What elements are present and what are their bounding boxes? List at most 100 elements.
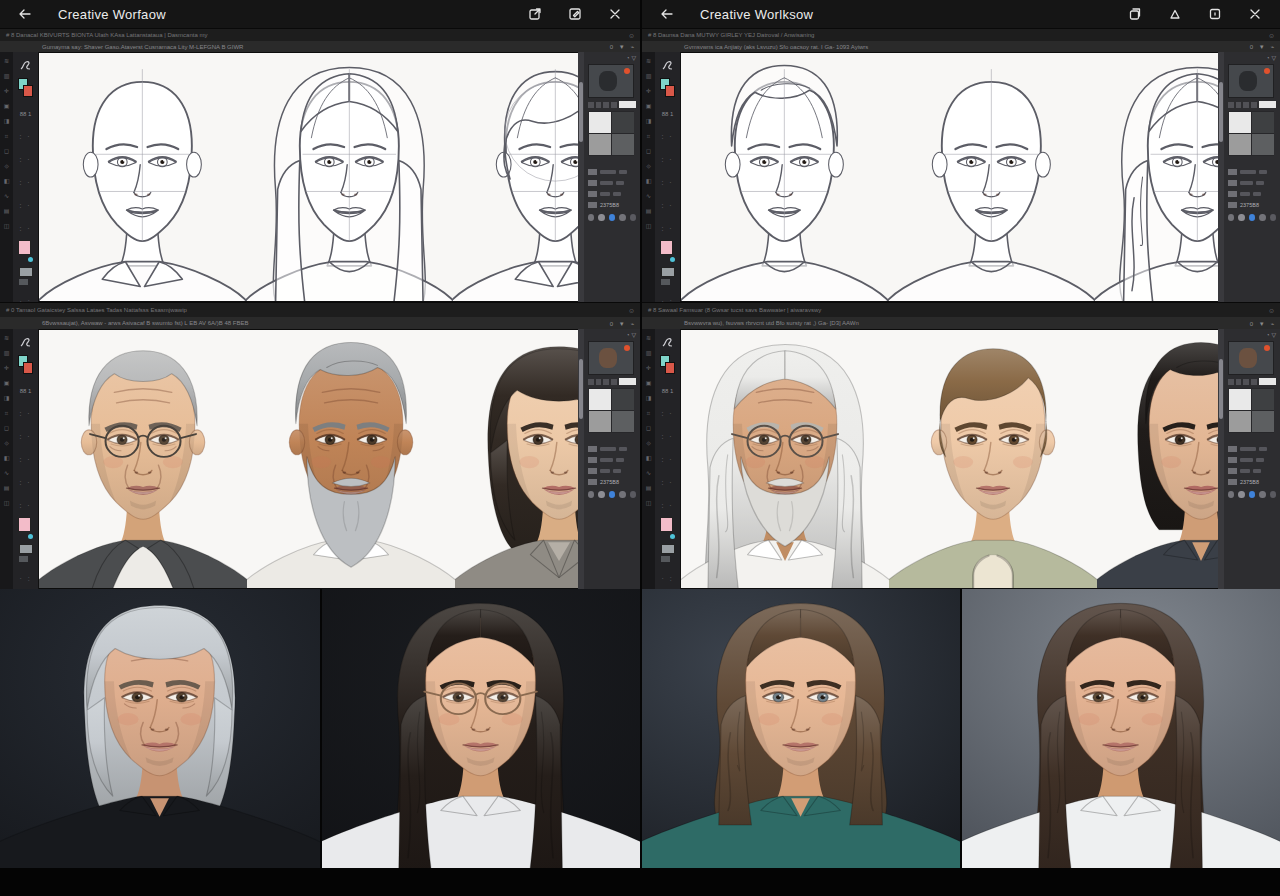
- tool-glyph[interactable]: : ·: [661, 448, 673, 466]
- dot[interactable]: [630, 214, 636, 221]
- layer-row[interactable]: [1228, 168, 1276, 176]
- menubar-right-icon[interactable]: ⊙: [629, 32, 634, 39]
- menubar-right-icon[interactable]: ⊙: [1269, 32, 1274, 39]
- layer-row[interactable]: [1228, 467, 1276, 475]
- brush-icon[interactable]: [660, 334, 676, 350]
- dock-glyph[interactable]: ◧: [4, 178, 10, 184]
- tool-glyph[interactable]: : ·: [19, 217, 31, 235]
- swatch[interactable]: [612, 411, 634, 432]
- dot[interactable]: [1228, 491, 1234, 498]
- dock-glyph[interactable]: ▥: [646, 350, 652, 356]
- swatch[interactable]: [589, 389, 611, 410]
- panel-button[interactable]: [611, 102, 617, 108]
- gray-swatch[interactable]: [19, 267, 33, 285]
- back-icon[interactable]: [652, 5, 682, 23]
- dot[interactable]: [1259, 491, 1265, 498]
- layer-row[interactable]: [1228, 190, 1276, 198]
- layer-row[interactable]: [1228, 445, 1276, 453]
- dot[interactable]: [598, 491, 604, 498]
- gray-swatch[interactable]: [661, 544, 675, 562]
- panel-button[interactable]: [588, 102, 594, 108]
- dot[interactable]: [1238, 214, 1244, 221]
- gray-swatch[interactable]: [661, 267, 675, 285]
- dock-glyph[interactable]: ≋: [4, 58, 9, 64]
- swatch[interactable]: [589, 411, 611, 432]
- tool-glyph[interactable]: : ·: [19, 471, 31, 489]
- scrollbar-thumb[interactable]: [579, 359, 583, 419]
- dot[interactable]: [630, 491, 636, 498]
- dock-glyph[interactable]: ∿: [4, 193, 9, 199]
- dock-glyph[interactable]: ◧: [646, 178, 652, 184]
- tool-glyph[interactable]: : ·: [661, 471, 673, 489]
- dock-glyph[interactable]: ✛: [646, 365, 651, 371]
- dock-glyph[interactable]: ◫: [4, 500, 10, 506]
- panel-button[interactable]: [1251, 102, 1257, 108]
- white-swatch[interactable]: [1259, 101, 1276, 108]
- active-dot[interactable]: [1249, 491, 1255, 498]
- navigator-thumbnail[interactable]: [1228, 64, 1274, 98]
- dock-glyph[interactable]: ◨: [4, 118, 10, 124]
- gray-swatch[interactable]: [19, 544, 33, 562]
- dock-glyph[interactable]: ◨: [646, 395, 652, 401]
- dot[interactable]: [1259, 214, 1265, 221]
- tool-glyph[interactable]: : ·: [19, 171, 31, 189]
- pink-swatch[interactable]: [660, 240, 675, 262]
- swatch[interactable]: [1252, 112, 1274, 133]
- layer-row[interactable]: [588, 190, 636, 198]
- edit-icon[interactable]: [560, 5, 590, 23]
- swatch[interactable]: [1229, 134, 1251, 155]
- tool-glyph[interactable]: : ·: [661, 494, 673, 512]
- navigator-thumbnail[interactable]: [588, 341, 634, 375]
- color-chip-stack[interactable]: [660, 355, 675, 374]
- scrollbar[interactable]: [1218, 52, 1224, 302]
- dock-glyph[interactable]: ▣: [646, 380, 652, 386]
- pink-swatch[interactable]: [18, 517, 33, 539]
- color-chip-stack[interactable]: [18, 355, 33, 374]
- scrollbar-thumb[interactable]: [579, 82, 583, 142]
- tool-options[interactable]: Bsvwwvra wu), fsuvws rbrvcnt utd Bfo sur…: [684, 320, 859, 326]
- swatch[interactable]: [589, 134, 611, 155]
- close-icon[interactable]: [1240, 5, 1270, 23]
- dock-glyph[interactable]: ◻: [4, 425, 9, 431]
- dot[interactable]: [1228, 214, 1234, 221]
- panel-button[interactable]: [596, 379, 602, 385]
- panel-button[interactable]: [1236, 379, 1242, 385]
- menubar-right-icon[interactable]: ⊙: [629, 307, 634, 314]
- dock-glyph[interactable]: ◫: [646, 223, 652, 229]
- dot[interactable]: [1270, 214, 1276, 221]
- dock-glyph[interactable]: ▤: [646, 485, 652, 491]
- options-right-controls[interactable]: 0 ▼ ⌁: [1250, 320, 1276, 327]
- layer-label-row[interactable]: 2375B8: [1228, 201, 1276, 209]
- menu-items[interactable]: # 0 Tamaol Gataicstey Salssa Lataes Tada…: [6, 307, 187, 313]
- dock-glyph[interactable]: ◫: [646, 500, 652, 506]
- dot[interactable]: [588, 491, 594, 498]
- pink-swatch[interactable]: [660, 517, 675, 539]
- layer-checkbox[interactable]: [1228, 202, 1237, 208]
- dock-glyph[interactable]: ▣: [4, 380, 10, 386]
- canvas-mid-left[interactable]: [39, 329, 578, 589]
- dock-glyph[interactable]: ▥: [4, 350, 10, 356]
- tool-glyph[interactable]: : ·: [19, 402, 31, 420]
- tool-glyph[interactable]: : ·: [19, 194, 31, 212]
- swatch[interactable]: [1229, 389, 1251, 410]
- dock-glyph[interactable]: ◧: [4, 455, 10, 461]
- dock-glyph[interactable]: ◨: [4, 395, 10, 401]
- dock-glyph[interactable]: ≋: [646, 58, 651, 64]
- tool-glyph[interactable]: : ·: [19, 148, 31, 166]
- layer-row[interactable]: [588, 456, 636, 464]
- layer-label-row[interactable]: 2375B8: [1228, 478, 1276, 486]
- tool-glyph[interactable]: : ·: [661, 217, 673, 235]
- dock-glyph[interactable]: ⟐: [4, 163, 9, 169]
- tool-options[interactable]: Gvmsvwns ica Anjiaty (aks Lsvuzu) Sfo oa…: [684, 44, 868, 50]
- white-swatch[interactable]: [619, 378, 636, 385]
- dock-glyph[interactable]: ⌗: [647, 410, 650, 416]
- dock-glyph[interactable]: ◨: [646, 118, 652, 124]
- menu-items[interactable]: # 8 Sawaal Famsuar (8 Gwsar tucst savs B…: [648, 307, 821, 313]
- layer-checkbox[interactable]: [1228, 479, 1237, 485]
- pen-icon[interactable]: [1160, 5, 1190, 23]
- dock-glyph[interactable]: ✛: [646, 88, 651, 94]
- export-icon[interactable]: [520, 5, 550, 23]
- menu-items[interactable]: # 8 Daunsa Dana MUTWY GIRLEY YEJ Datrova…: [648, 32, 814, 38]
- dock-glyph[interactable]: ▥: [4, 73, 10, 79]
- tool-glyph[interactable]: : ·: [661, 148, 673, 166]
